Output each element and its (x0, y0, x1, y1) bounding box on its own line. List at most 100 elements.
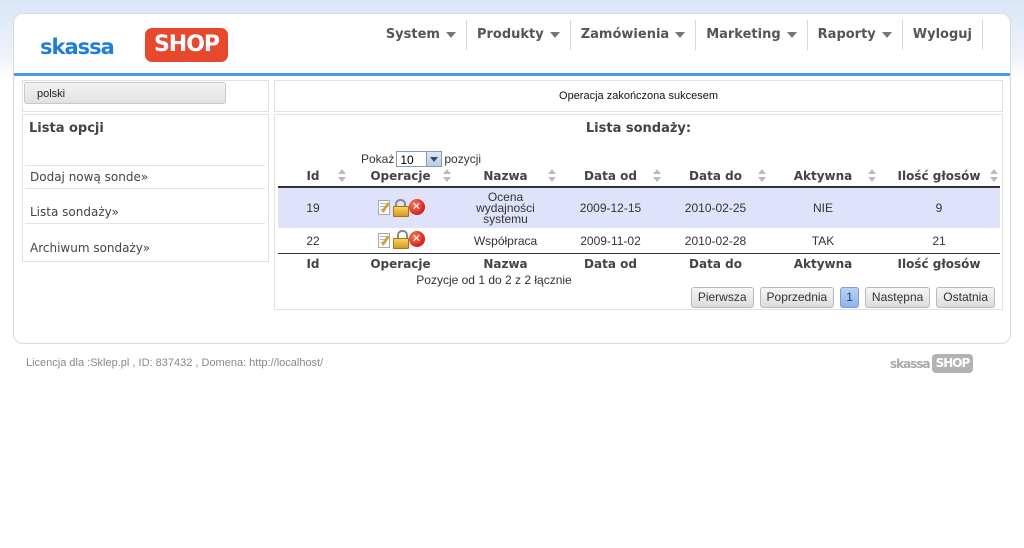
col-header-active[interactable]: Aktywna (768, 166, 878, 188)
cell-active: TAK (811, 233, 835, 248)
main-frame: skassa SHOP System Produkty Zamówienia M… (13, 13, 1011, 344)
col-label: Id (306, 169, 320, 183)
nav-label: Marketing (706, 27, 781, 42)
chevron-down-icon (445, 32, 456, 38)
cell-name: Współpraca (473, 233, 538, 248)
cell-id: 19 (278, 187, 348, 228)
cell-active: NIE (768, 187, 878, 228)
col-label: Ilość głosów (897, 169, 981, 183)
delete-icon[interactable]: ✕ (408, 231, 425, 248)
edit-icon[interactable] (377, 232, 391, 248)
col-label: Aktywna (793, 169, 853, 183)
edit-icon[interactable] (377, 199, 391, 216)
cell-operations: ✕ (348, 187, 453, 228)
delete-icon[interactable]: ✕ (408, 198, 425, 215)
nav-produkty[interactable]: Produkty (467, 20, 571, 50)
footer-col-name: Nazwa (453, 253, 558, 274)
footer-col-operations: Operacje (348, 253, 453, 274)
footer-col-votes: Ilość głosów (878, 253, 1000, 274)
table-row[interactable]: 19 ✕ Ocena wydajności systemu 2009-12-15 (278, 187, 1000, 228)
logo[interactable]: skassa SHOP (40, 28, 230, 64)
col-header-id[interactable]: Id (278, 166, 348, 188)
cell-votes: 9 (878, 187, 1000, 228)
col-header-name[interactable]: Nazwa (453, 166, 558, 188)
license-text: Licencja dla :Sklep.pl , ID: 837432 , Do… (26, 357, 324, 369)
nav-label: Produkty (476, 27, 544, 42)
header-divider (14, 73, 1010, 76)
page-size-select[interactable]: 10 (396, 151, 443, 167)
footer-col-id: Id (278, 253, 348, 274)
sort-icon[interactable] (653, 169, 661, 183)
logo-text-shop: SHOP (145, 28, 228, 62)
table-row[interactable]: 22 ✕ Współpraca 2009-11-02 2010-02-28 TA… (278, 228, 1000, 254)
cell-date-to: 2010-02-25 (663, 187, 768, 228)
cell-date-from: 2009-11-02 (580, 233, 641, 248)
name-line: systemu (483, 211, 528, 226)
option-poll-list[interactable]: Lista sondaży» (25, 188, 265, 222)
language-select[interactable]: polski (24, 82, 226, 104)
chevron-down-icon (549, 32, 560, 38)
col-header-date-to[interactable]: Data do (663, 166, 768, 188)
nav-label: Zamówienia (580, 27, 670, 42)
sort-icon[interactable] (990, 169, 998, 183)
cell-date-from: 2009-12-15 (558, 187, 663, 228)
nav-zamowienia[interactable]: Zamówienia (571, 20, 697, 50)
nav-label: Raporty (817, 27, 876, 42)
footer-col-active: Aktywna (768, 253, 878, 274)
lock-icon[interactable] (392, 198, 409, 217)
chevron-down-icon (426, 152, 442, 166)
option-add-poll[interactable]: Dodaj nową sonde» (25, 165, 265, 187)
list-title: Lista sondaży: (585, 121, 692, 136)
cell-votes: 21 (932, 233, 946, 248)
options-title: Lista opcji (29, 121, 104, 136)
page-first-button[interactable]: Pierwsza (690, 287, 754, 308)
pagination-summary: Pozycje od 1 do 2 z 2 łącznie (416, 273, 572, 287)
page-next-button[interactable]: Następna (864, 287, 931, 308)
show-suffix: pozycji (444, 152, 482, 166)
page-current-button[interactable]: 1 (840, 287, 859, 308)
table-footer-row: Id Operacje Nazwa Data od Data do Aktywn… (278, 253, 1000, 274)
cell-name: Ocena wydajności systemu (453, 187, 558, 228)
poll-table: Id Operacje Nazwa Data od Data do Aktywn… (278, 166, 1000, 274)
chevron-down-icon (881, 32, 892, 38)
col-label: Operacje (370, 169, 431, 183)
page-prev-button[interactable]: Poprzednia (759, 287, 835, 308)
nav-wyloguj[interactable]: Wyloguj (903, 20, 983, 50)
option-poll-archive[interactable]: Archiwum sondaży» (25, 223, 265, 258)
nav-raporty[interactable]: Raporty (808, 20, 903, 50)
chevron-down-icon (786, 32, 797, 38)
chevron-down-icon (675, 32, 686, 38)
show-label: Pokaż (361, 152, 395, 166)
poll-list-panel: Lista sondaży: Pokaż 10 pozycji Id Opera… (274, 114, 1003, 310)
footer-col-date-to: Data do (663, 253, 768, 274)
sort-icon[interactable] (338, 169, 346, 183)
page-size-control: Pokaż 10 pozycji (361, 151, 481, 167)
sort-icon[interactable] (758, 169, 766, 183)
nav-marketing[interactable]: Marketing (696, 20, 808, 50)
page-size-value: 10 (400, 153, 414, 167)
sort-icon[interactable] (443, 169, 451, 183)
options-panel: Lista opcji Dodaj nową sonde» Lista sond… (22, 114, 269, 262)
pagination: Pierwsza Poprzednia 1 Następna Ostatnia (690, 287, 995, 308)
col-header-operations[interactable]: Operacje (348, 166, 453, 188)
sort-icon[interactable] (868, 169, 876, 183)
col-header-date-from[interactable]: Data od (558, 166, 663, 188)
col-label: Nazwa (483, 169, 528, 183)
main-nav: System Produkty Zamówienia Marketing Rap… (376, 20, 983, 50)
unlock-icon[interactable] (392, 230, 409, 250)
footer-logo-skassa: skassa (890, 356, 931, 371)
footer-logo[interactable]: skassa SHOP (890, 354, 974, 373)
nav-label: System (385, 27, 440, 42)
col-label: Data od (584, 169, 637, 183)
cell-date-to: 2010-02-28 (684, 233, 747, 248)
col-header-votes[interactable]: Ilość głosów (878, 166, 1000, 188)
cell-id: 22 (306, 233, 320, 248)
table-header-row: Id Operacje Nazwa Data od Data do Aktywn… (278, 166, 1000, 188)
cell-operations: ✕ (348, 228, 453, 254)
sort-icon[interactable] (548, 169, 556, 183)
nav-label: Wyloguj (912, 27, 972, 42)
footer-logo-shop: SHOP (931, 354, 974, 373)
page-last-button[interactable]: Ostatnia (936, 287, 995, 308)
col-label: Data do (689, 169, 742, 183)
nav-system[interactable]: System (376, 20, 467, 50)
